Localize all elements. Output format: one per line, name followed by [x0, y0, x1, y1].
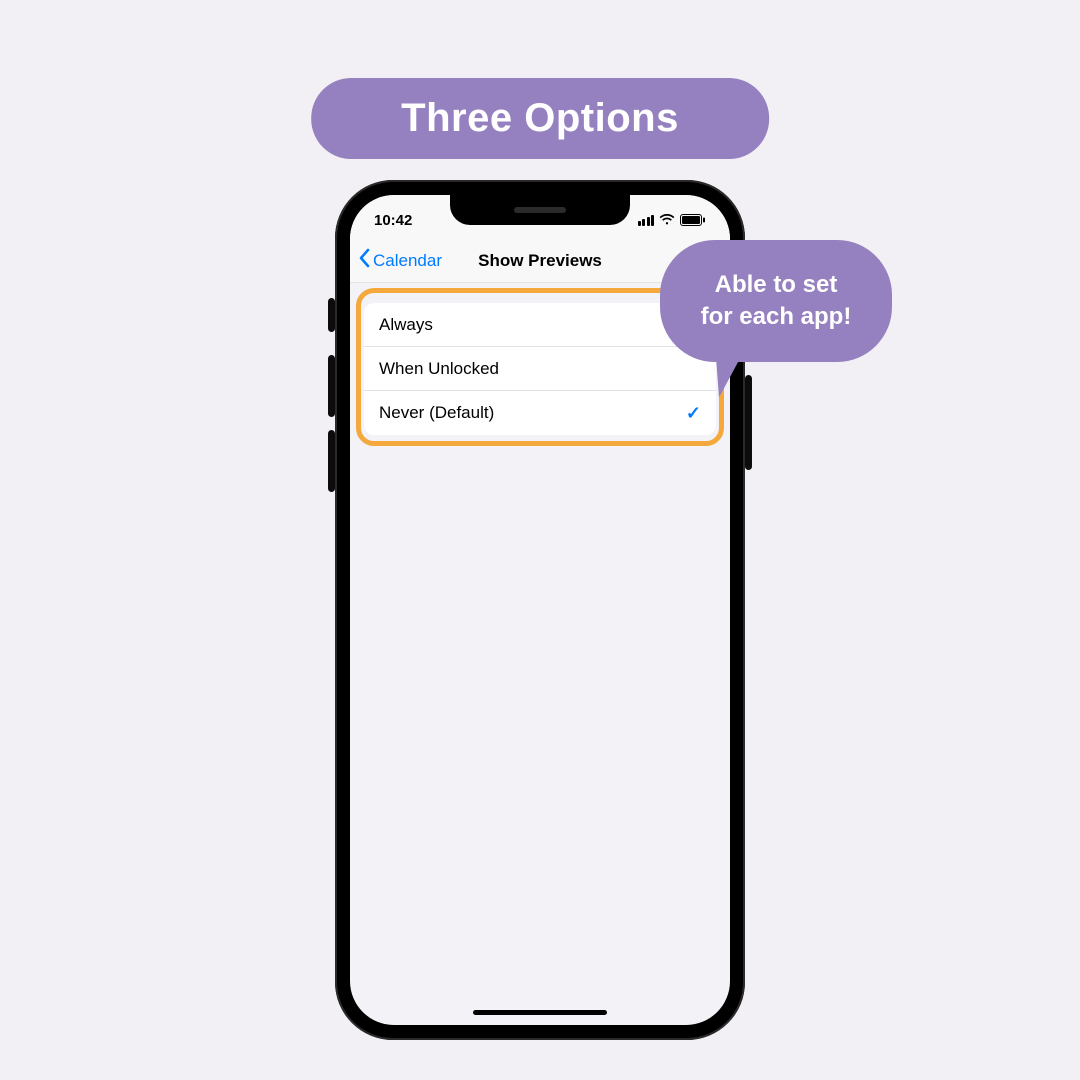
volume-up-button [328, 355, 335, 417]
page-title-text: Three Options [401, 96, 679, 140]
power-button [745, 375, 752, 470]
mute-switch [328, 298, 335, 332]
status-icons [638, 208, 707, 226]
option-when-unlocked[interactable]: When Unlocked [364, 347, 716, 391]
back-label: Calendar [373, 251, 442, 271]
option-label: When Unlocked [379, 359, 499, 379]
volume-down-button [328, 430, 335, 492]
option-never[interactable]: Never (Default) ✓ [364, 391, 716, 435]
status-time: 10:42 [374, 206, 412, 229]
option-label: Never (Default) [379, 403, 494, 423]
checkmark-icon: ✓ [686, 403, 701, 424]
wifi-icon [659, 214, 675, 226]
callout-bubble: Able to set for each app! [660, 240, 892, 362]
back-button[interactable]: Calendar [350, 248, 442, 273]
home-indicator[interactable] [473, 1010, 607, 1015]
chevron-left-icon [358, 248, 370, 273]
callout-line-2: for each app! [701, 303, 852, 330]
callout-text: Able to set for each app! [701, 269, 852, 334]
speaker [514, 207, 566, 213]
notch [450, 195, 630, 225]
callout-line-1: Able to set [715, 271, 838, 298]
option-label: Always [379, 315, 433, 335]
cellular-icon [638, 215, 655, 226]
battery-icon [680, 214, 706, 226]
page-title-pill: Three Options [311, 78, 769, 159]
